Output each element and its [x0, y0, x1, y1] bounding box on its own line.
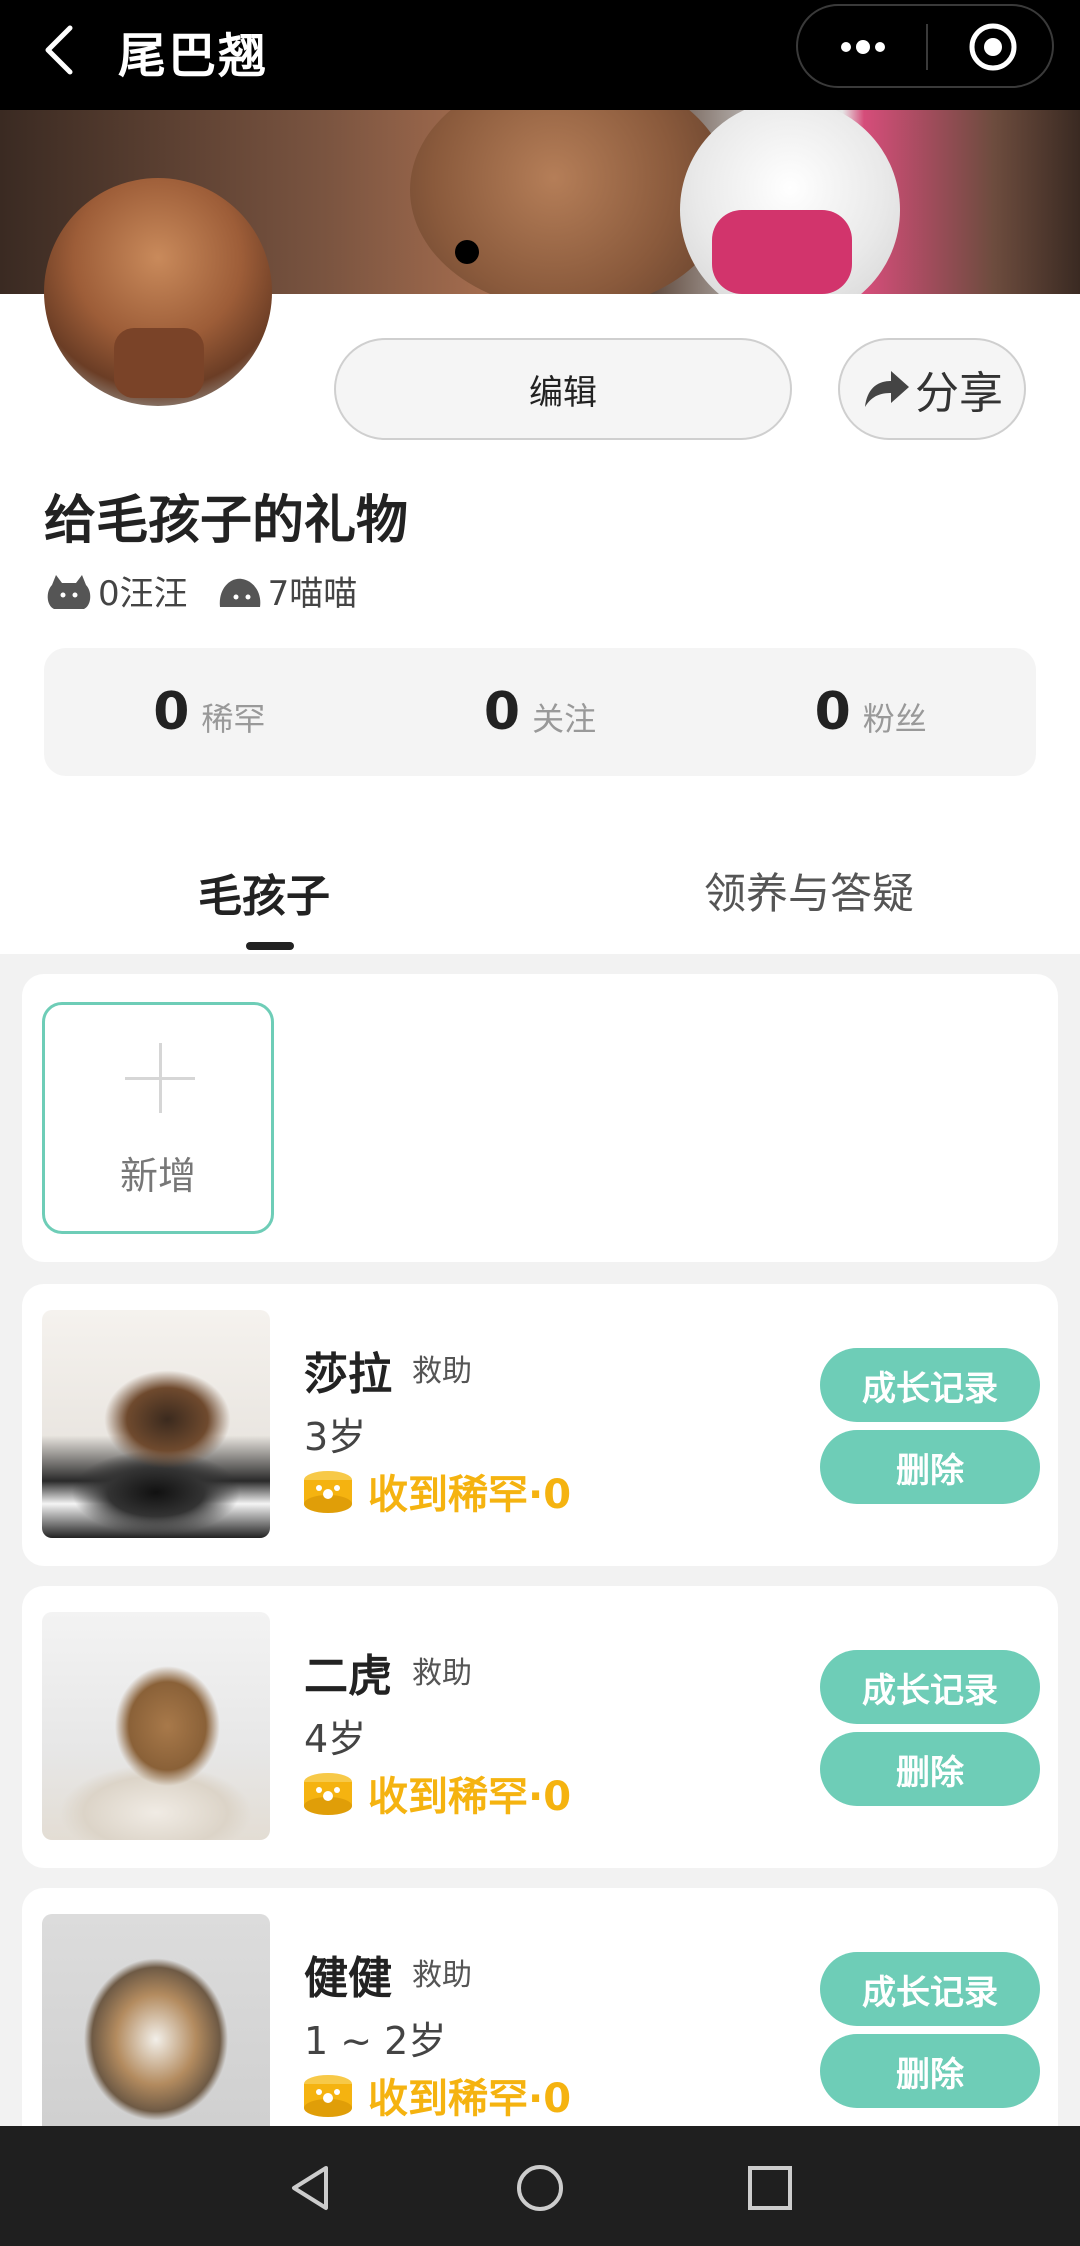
capsule-divider [926, 24, 928, 70]
stat-following[interactable]: 0 关注 [375, 648, 706, 776]
stat-fans[interactable]: 0 粉丝 [705, 648, 1036, 776]
treat-can-icon [304, 2075, 352, 2117]
stat-value: 0 [153, 682, 190, 742]
stats-bar: 0 稀罕 0 关注 0 粉丝 [44, 648, 1036, 776]
cat-icon [219, 578, 260, 607]
stat-rare[interactable]: 0 稀罕 [44, 648, 375, 776]
pet-tag: 救助 [412, 1354, 472, 1389]
pet-name: 二虎 [304, 1651, 392, 1702]
back-icon[interactable] [30, 18, 90, 82]
system-nav-bar [0, 2126, 1080, 2246]
treat-can-icon [304, 1773, 352, 1815]
growth-record-button[interactable]: 成长记录 [820, 1952, 1040, 2026]
rare-received: 收到稀罕·0 [302, 2066, 571, 2124]
stat-value: 0 [814, 682, 851, 742]
page-title: 尾巴翘 [118, 28, 269, 84]
pet-card[interactable]: 莎拉 救助 3岁 收到稀罕·0 成长记录 删除 [22, 1284, 1058, 1566]
stat-label: 关注 [532, 700, 597, 738]
pet-photo[interactable] [42, 1310, 270, 1538]
treat-can-icon [304, 1471, 352, 1513]
pet-counts: 0汪汪 7喵喵 [44, 566, 383, 615]
growth-record-button[interactable]: 成长记录 [820, 1650, 1040, 1724]
tab-pets[interactable]: 毛孩子 [198, 860, 330, 924]
pet-name: 健健 [304, 1953, 392, 2004]
add-pet-button[interactable]: 新增 [42, 1002, 274, 1234]
rare-count: 收到稀罕·0 [368, 1472, 572, 1518]
pet-photo[interactable] [42, 1914, 270, 2142]
nav-home-icon[interactable] [514, 2162, 566, 2214]
top-bar: 尾巴翘 [0, 0, 1080, 110]
rare-count: 收到稀罕·0 [368, 2076, 572, 2122]
delete-button[interactable]: 删除 [820, 1430, 1040, 1504]
close-target-icon[interactable] [958, 20, 1028, 74]
stat-label: 稀罕 [201, 700, 266, 738]
pet-card[interactable]: 二虎 救助 4岁 收到稀罕·0 成长记录 删除 [22, 1586, 1058, 1868]
rare-received: 收到稀罕·0 [302, 1462, 571, 1520]
more-icon[interactable] [828, 20, 898, 74]
pet-tag: 救助 [412, 1656, 472, 1691]
dog-count: 0汪汪 [98, 574, 188, 614]
cat-count: 7喵喵 [267, 574, 358, 614]
delete-button[interactable]: 删除 [820, 2034, 1040, 2108]
pet-card[interactable]: 健健 救助 1 ~ 2岁 收到稀罕·0 成长记录 删除 [22, 1888, 1058, 2148]
share-button[interactable]: 分享 [838, 338, 1026, 440]
tab-bar: 毛孩子 领养与答疑 [0, 800, 1080, 952]
banner-indicator-dot [455, 240, 479, 264]
add-label: 新增 [119, 1154, 196, 1198]
edit-button[interactable]: 编辑 [334, 338, 792, 440]
stat-value: 0 [483, 682, 521, 742]
stat-label: 粉丝 [862, 700, 927, 738]
tab-adopt-qa[interactable]: 领养与答疑 [704, 860, 914, 921]
profile-name: 给毛孩子的礼物 [44, 491, 409, 551]
dog-icon [47, 574, 91, 609]
pet-photo[interactable] [42, 1612, 270, 1840]
pet-name: 莎拉 [304, 1349, 392, 1400]
share-label: 分享 [915, 368, 1003, 419]
pet-age: 3岁 [304, 1415, 367, 1459]
pet-tag: 救助 [412, 1958, 472, 1993]
growth-record-button[interactable]: 成长记录 [820, 1348, 1040, 1422]
rare-received: 收到稀罕·0 [302, 1764, 571, 1822]
active-tab-indicator [246, 942, 294, 950]
pet-age: 4岁 [304, 1717, 367, 1761]
avatar[interactable] [44, 178, 272, 406]
add-pet-card: 新增 [22, 974, 1058, 1262]
delete-button[interactable]: 删除 [820, 1732, 1040, 1806]
share-icon [865, 371, 909, 407]
rare-count: 收到稀罕·0 [368, 1774, 572, 1820]
nav-back-icon[interactable] [284, 2162, 336, 2214]
nav-recent-apps-icon[interactable] [744, 2162, 796, 2214]
pet-age: 1 ~ 2岁 [304, 2019, 447, 2063]
mini-program-capsule [796, 4, 1054, 88]
